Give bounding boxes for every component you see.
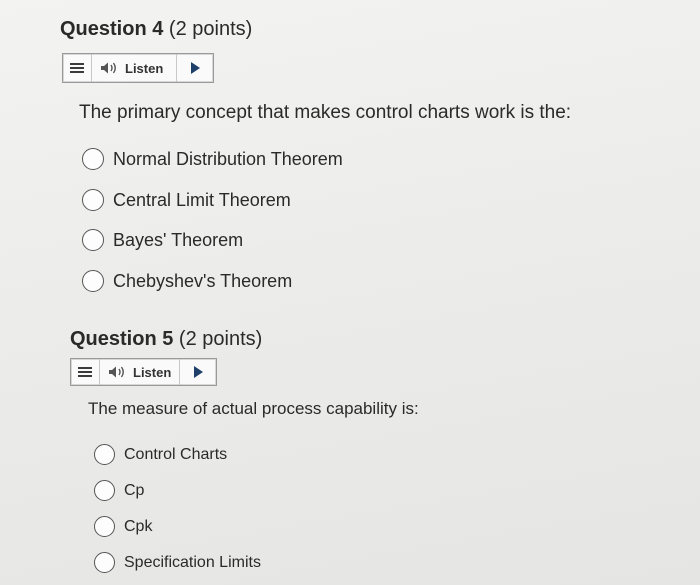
- play-icon: [193, 366, 203, 378]
- answer-option[interactable]: Chebyshev's Theorem: [82, 270, 292, 292]
- question-title: Question 5 (2 points): [70, 328, 262, 351]
- answer-option[interactable]: Specification Limits: [94, 552, 261, 573]
- answer-label: Control Charts: [124, 445, 228, 463]
- listen-toolbar: Listen: [62, 53, 214, 83]
- radio-button[interactable]: [94, 516, 115, 537]
- listen-label: Listen: [125, 60, 164, 76]
- answer-option[interactable]: Bayes' Theorem: [82, 229, 243, 251]
- answer-label: Cp: [124, 481, 145, 499]
- radio-button[interactable]: [94, 552, 115, 573]
- question-number: Question 5: [70, 328, 174, 350]
- question-number: Question 4: [60, 18, 164, 40]
- radio-button[interactable]: [82, 229, 104, 251]
- listen-button[interactable]: Listen: [92, 54, 177, 82]
- radio-button[interactable]: [94, 480, 115, 501]
- answer-label: Cpk: [124, 517, 153, 535]
- question-prompt: The primary concept that makes control c…: [79, 102, 572, 123]
- speaker-icon: [109, 366, 124, 378]
- play-icon: [190, 62, 200, 74]
- answer-label: Chebyshev's Theorem: [113, 270, 293, 291]
- question-prompt: The measure of actual process capability…: [88, 399, 419, 418]
- question-title: Question 4 (2 points): [60, 18, 252, 41]
- question-points: (2 points): [168, 18, 253, 40]
- menu-icon: [70, 63, 84, 73]
- question-points: (2 points): [178, 328, 263, 350]
- listen-menu-button[interactable]: [71, 359, 100, 385]
- answer-label: Normal Distribution Theorem: [113, 148, 343, 169]
- listen-button[interactable]: Listen: [100, 359, 180, 385]
- answer-label: Bayes' Theorem: [113, 229, 244, 250]
- play-button[interactable]: [177, 54, 213, 82]
- menu-icon: [78, 367, 92, 377]
- play-button[interactable]: [180, 359, 216, 385]
- answer-label: Specification Limits: [124, 553, 261, 571]
- radio-button[interactable]: [82, 148, 104, 170]
- answer-option[interactable]: Normal Distribution Theorem: [82, 148, 343, 170]
- listen-menu-button[interactable]: [63, 54, 92, 82]
- answer-option[interactable]: Cpk: [94, 516, 152, 537]
- question-5: Question 5 (2 points) Listen The measure…: [70, 328, 419, 573]
- radio-button[interactable]: [82, 189, 104, 211]
- question-4: Question 4 (2 points) Listen The primary…: [60, 18, 571, 292]
- answer-option[interactable]: Cp: [94, 480, 144, 501]
- radio-button[interactable]: [94, 444, 115, 465]
- answer-option[interactable]: Control Charts: [94, 444, 227, 465]
- answer-option[interactable]: Central Limit Theorem: [82, 189, 291, 211]
- radio-button[interactable]: [82, 270, 104, 292]
- listen-toolbar: Listen: [70, 358, 217, 386]
- listen-label: Listen: [133, 364, 172, 380]
- answer-label: Central Limit Theorem: [113, 189, 291, 210]
- speaker-icon: [101, 62, 116, 74]
